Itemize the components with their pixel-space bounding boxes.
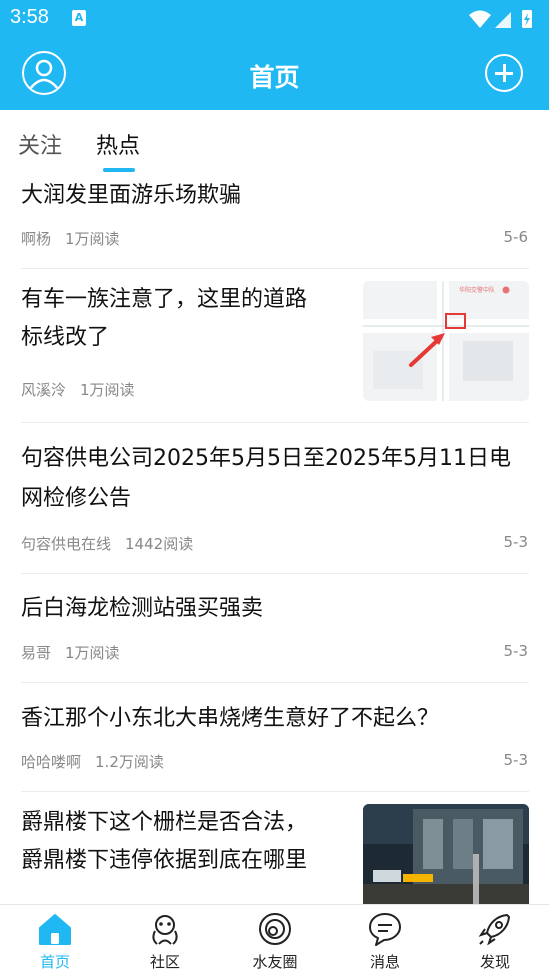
item-meta: 风溪泠 1万阅读	[21, 379, 135, 400]
status-bar: 3:58 A	[0, 0, 549, 38]
item-thumbnail-map: 华阳交警中队	[363, 281, 529, 401]
item-author: 易哥	[21, 644, 52, 662]
item-date: 5-3	[503, 533, 529, 551]
item-date: 5-3	[503, 642, 529, 660]
list-item[interactable]: 有车一族注意了，这里的道路 标线改了 风溪泠 1万阅读 华阳交警中队	[0, 269, 549, 423]
item-title: 后白海龙检测站强买强卖	[21, 596, 264, 621]
item-author: 哈哈喽啊	[21, 753, 82, 771]
nav-label: 水友圈	[252, 953, 298, 971]
item-title-line: 爵鼎楼下这个栅栏是否合法，	[21, 810, 308, 835]
message-icon	[369, 913, 401, 946]
item-meta: 句容供电在线 1442阅读	[21, 533, 193, 554]
item-title: 大润发里面游乐场欺骗	[21, 183, 242, 208]
map-label: 华阳交警中队	[459, 286, 495, 294]
item-meta: 哈哈喽啊 1.2万阅读	[21, 751, 164, 772]
item-thumbnail-photo	[363, 804, 529, 904]
tab-hot[interactable]: 热点	[96, 128, 140, 160]
community-icon	[152, 915, 178, 945]
item-title-line: 爵鼎楼下违停依据到底在哪里	[21, 848, 308, 873]
status-icons	[469, 10, 532, 28]
tab-bar: 关注 热点	[0, 110, 549, 174]
nav-messages[interactable]: 消息	[330, 905, 440, 977]
nav-home[interactable]: 首页	[0, 905, 110, 977]
item-date: 5-3	[503, 751, 529, 769]
list-item[interactable]: 句容供电公司2025年5月5日至2025年5月11日电 网检修公告 句容供电在线…	[0, 423, 549, 574]
tab-indicator	[103, 168, 135, 172]
item-reads: 1万阅读	[65, 644, 120, 662]
item-reads: 1万阅读	[65, 230, 120, 248]
item-title-line: 有车一族注意了，这里的道路	[21, 287, 308, 312]
item-reads: 1万阅读	[80, 381, 135, 399]
item-meta: 啊杨 1万阅读	[21, 228, 120, 249]
item-title-line: 网检修公告	[21, 486, 132, 511]
circle-icon	[259, 913, 291, 945]
nav-circle[interactable]: 水友圈	[220, 905, 330, 977]
item-author: 风溪泠	[21, 381, 67, 399]
home-icon	[39, 914, 71, 945]
item-reads: 1442阅读	[125, 535, 194, 553]
list-item[interactable]: 后白海龙检测站强买强卖 易哥 1万阅读 5-3	[0, 574, 549, 683]
signal-icon	[495, 12, 511, 28]
app-header: 首页	[0, 38, 549, 110]
item-title: 香江那个小东北大串烧烤生意好了不起么？	[21, 706, 440, 731]
notification-icon: A	[72, 10, 86, 26]
wifi-icon	[469, 10, 491, 28]
rocket-icon	[478, 914, 510, 946]
item-meta: 易哥 1万阅读	[21, 642, 120, 663]
item-author: 句容供电在线	[21, 535, 112, 553]
tab-following[interactable]: 关注	[18, 128, 62, 160]
status-time: 3:58	[10, 6, 49, 28]
feed-list: 大润发里面游乐场欺骗 啊杨 1万阅读 5-6 有车一族注意了，这里的道路 标线改了…	[0, 174, 549, 904]
nav-discover[interactable]: 发现	[440, 905, 549, 977]
bottom-nav: 首页 社区 水友圈 消息 发现	[0, 904, 549, 976]
nav-label: 消息	[369, 953, 400, 971]
nav-label: 首页	[39, 953, 70, 971]
list-item[interactable]: 爵鼎楼下这个栅栏是否合法， 爵鼎楼下违停依据到底在哪里	[0, 792, 549, 904]
item-title-line: 标线改了	[21, 325, 110, 350]
item-reads: 1.2万阅读	[95, 753, 164, 771]
list-item[interactable]: 香江那个小东北大串烧烤生意好了不起么？ 哈哈喽啊 1.2万阅读 5-3	[0, 683, 549, 792]
add-icon[interactable]	[485, 54, 523, 92]
item-author: 啊杨	[21, 230, 52, 248]
nav-label: 社区	[149, 953, 180, 971]
item-title-line: 句容供电公司2025年5月5日至2025年5月11日电	[21, 446, 511, 471]
page-title: 首页	[249, 63, 300, 92]
nav-community[interactable]: 社区	[110, 905, 220, 977]
item-date: 5-6	[503, 228, 529, 246]
nav-label: 发现	[479, 953, 510, 971]
list-item[interactable]: 大润发里面游乐场欺骗 啊杨 1万阅读 5-6	[0, 174, 549, 269]
